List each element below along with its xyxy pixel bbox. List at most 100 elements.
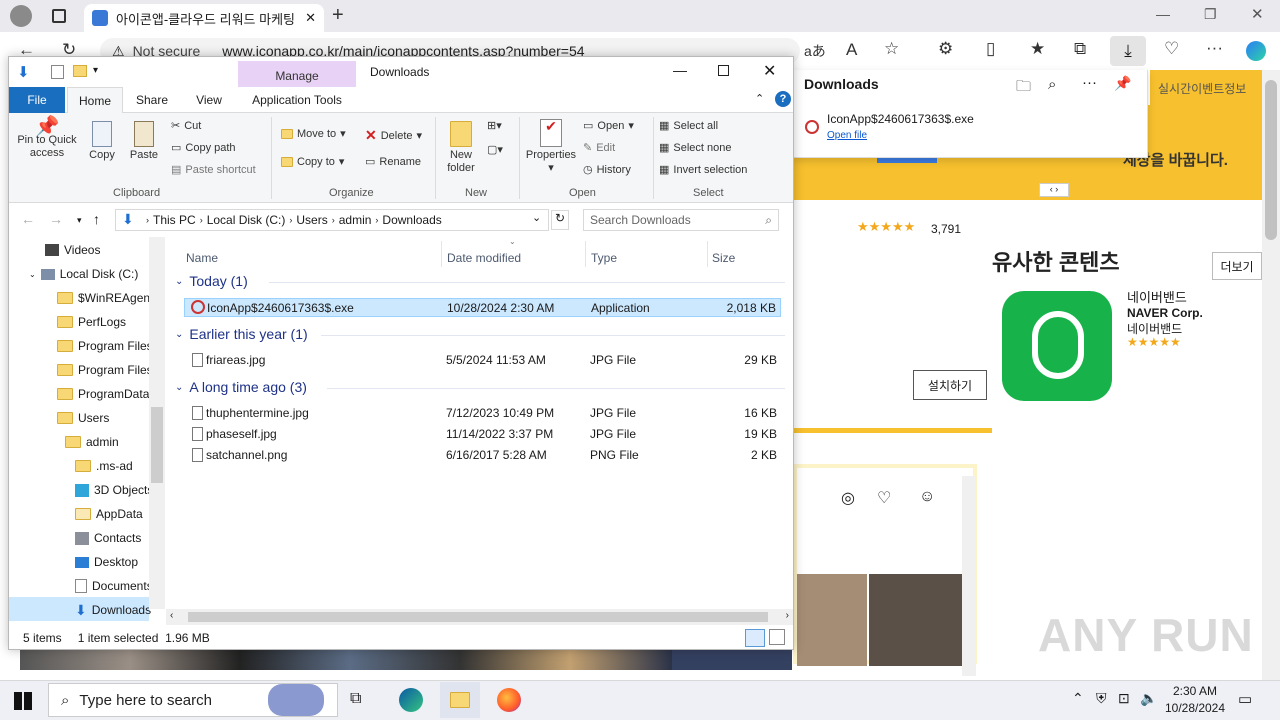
tree-scroll-thumb[interactable] [151, 407, 163, 483]
restore-browser-button[interactable]: ❐ [1204, 6, 1217, 23]
search-highlight-image[interactable] [268, 684, 324, 716]
profile-avatar[interactable] [10, 5, 32, 27]
details-view-icon[interactable] [745, 629, 765, 647]
open-button[interactable]: ▭ Open ▾ [583, 119, 634, 133]
tree-item-desktop[interactable]: Desktop [75, 551, 138, 573]
new-folder-button[interactable]: New folder [441, 121, 481, 175]
open-file-link[interactable]: Open file [827, 130, 867, 141]
copy-to-button[interactable]: Copy to ▾ [281, 155, 344, 168]
search-box[interactable]: Search Downloads ⌕ [583, 209, 779, 231]
favorites-icon[interactable]: ★ [1030, 39, 1045, 59]
minimize-browser-button[interactable]: — [1156, 6, 1170, 22]
tree-item-appdata[interactable]: AppData [75, 503, 143, 525]
downloads-icon[interactable]: ⤓ [1110, 36, 1146, 66]
pin-icon[interactable]: 📌 [1114, 75, 1131, 92]
tree-item-winreagent[interactable]: $WinREAgent [57, 287, 153, 309]
file-row[interactable]: IconApp$2460617363$.exe 10/28/2024 2:30 … [184, 298, 781, 317]
select-all-button[interactable]: ▦ Select all [659, 119, 718, 133]
refresh-button[interactable]: ↻ [551, 210, 569, 230]
tree-item-downloads[interactable]: ⬇ Downloads [75, 599, 151, 621]
open-folder-icon[interactable]: 🗀 [1016, 76, 1031, 101]
cut-button[interactable]: ✂ Cut [171, 119, 201, 133]
downloaded-file-name[interactable]: IconApp$2460617363$.exe [827, 112, 974, 126]
read-aloud-icon[interactable]: aあ [804, 41, 826, 61]
tree-item-admin[interactable]: admin [65, 431, 119, 453]
install-button[interactable]: 설치하기 [913, 370, 987, 400]
new-item-button[interactable]: ⊞▾ [487, 119, 502, 132]
delete-button[interactable]: ✕ Delete ▾ [365, 127, 422, 144]
search-downloads-icon[interactable]: ⌕ [1048, 76, 1056, 93]
more-options-icon[interactable]: ··· [1082, 74, 1097, 91]
easy-access-button[interactable]: ▢▾ [487, 143, 503, 156]
tree-item-videos[interactable]: Videos [45, 239, 100, 261]
up-arrow-icon[interactable]: ↑ [93, 211, 100, 227]
breadcrumb-users[interactable]: Users [296, 213, 327, 227]
properties-button[interactable]: ✔ Properties ▾ [523, 119, 579, 175]
file-row[interactable]: phaseself.jpg 11/14/2022 3:37 PM JPG Fil… [184, 425, 781, 444]
column-divider[interactable] [707, 241, 708, 267]
file-row[interactable]: friareas.jpg 5/5/2024 11:53 AM JPG File … [184, 351, 781, 370]
split-screen-icon[interactable]: ▯ [986, 39, 995, 59]
tree-item-program-files-x86[interactable]: Program Files [57, 359, 153, 381]
history-button[interactable]: ◷ History [583, 163, 631, 177]
more-menu-icon[interactable]: ··· [1206, 38, 1223, 58]
notifications-icon[interactable]: ▭ [1238, 690, 1252, 708]
tab-actions-icon[interactable] [52, 9, 66, 23]
volume-icon[interactable]: 🔈 [1140, 690, 1157, 707]
copilot-icon[interactable] [1246, 41, 1266, 61]
tab-view[interactable]: View [181, 87, 237, 113]
invert-selection-button[interactable]: ▦ Invert selection [659, 163, 747, 177]
breadcrumb-downloads[interactable]: Downloads [382, 213, 441, 227]
tray-chevron-icon[interactable]: ⌃ [1072, 690, 1084, 707]
tree-item-documents[interactable]: Documents [75, 575, 153, 597]
paste-shortcut-button[interactable]: ▤ Paste shortcut [171, 163, 256, 177]
user-icon[interactable]: ☺ [919, 488, 935, 506]
feed-scrollbar[interactable] [962, 476, 976, 676]
tray-security-icon[interactable]: ⛨ [1096, 690, 1107, 707]
performance-icon[interactable]: ♡ [1164, 39, 1179, 59]
new-folder-qa-icon[interactable] [73, 65, 87, 77]
copy-path-button[interactable]: ▭ Copy path [171, 141, 236, 155]
breadcrumb-admin[interactable]: admin [339, 213, 372, 227]
tab-share[interactable]: Share [127, 87, 177, 113]
close-button[interactable]: ✕ [763, 61, 776, 81]
browser-tab-active[interactable]: 아이콘앱-클라우드 리워드 마케팅 ✕ [84, 4, 324, 32]
extensions-icon[interactable]: ⚙ [938, 39, 953, 59]
column-size[interactable]: Size [712, 251, 735, 265]
copy-button[interactable]: Copy [83, 121, 121, 162]
column-divider[interactable] [585, 241, 586, 267]
more-button[interactable]: 더보기 [1212, 252, 1262, 280]
explorer-taskbar-active[interactable] [440, 682, 480, 718]
scroll-left-icon[interactable]: ‹ [170, 610, 173, 621]
tree-item-ms-ad[interactable]: .ms-ad [75, 455, 133, 477]
tree-item-program-files[interactable]: Program Files [57, 335, 153, 357]
tree-item-perflogs[interactable]: PerfLogs [57, 311, 126, 333]
rename-button[interactable]: ▭ Rename [365, 155, 421, 169]
task-view-icon[interactable]: ⧉ [350, 690, 361, 708]
edge-taskbar-icon[interactable] [399, 688, 423, 712]
collapse-ribbon-icon[interactable]: ⌃ [755, 92, 764, 105]
breadcrumb[interactable]: ⬇ › This PC › Local Disk (C:) › Users › … [115, 209, 549, 231]
start-icon[interactable] [14, 692, 32, 710]
column-name[interactable]: Name [186, 251, 218, 265]
browser-scroll-thumb[interactable] [1265, 80, 1277, 240]
text-icon[interactable]: A [846, 40, 857, 60]
group-long-time-ago[interactable]: ⌄ A long time ago (3) [175, 379, 307, 395]
favorite-star-icon[interactable]: ☆ [884, 39, 899, 59]
hscroll-thumb[interactable] [188, 612, 768, 622]
new-tab-button[interactable]: + [332, 4, 344, 27]
naver-band-icon[interactable] [1002, 291, 1112, 401]
maximize-button[interactable] [718, 65, 729, 76]
edit-button[interactable]: ✎ Edit [583, 141, 615, 155]
breadcrumb-this-pc[interactable]: This PC [153, 213, 196, 227]
tree-item-contacts[interactable]: Contacts [75, 527, 141, 549]
feed-image-2[interactable] [869, 574, 965, 666]
quick-access-download-icon[interactable]: ⬇ [17, 63, 30, 81]
tab-file[interactable]: File [9, 87, 65, 113]
address-dropdown-icon[interactable]: ⌄ [532, 211, 541, 224]
tree-item-users[interactable]: Users [57, 407, 109, 429]
recent-locations-icon[interactable]: ▾ [77, 215, 82, 226]
move-to-button[interactable]: Move to ▾ [281, 127, 346, 140]
browser-scrollbar[interactable] [1262, 70, 1280, 680]
compass-icon[interactable]: ◎ [841, 488, 855, 508]
